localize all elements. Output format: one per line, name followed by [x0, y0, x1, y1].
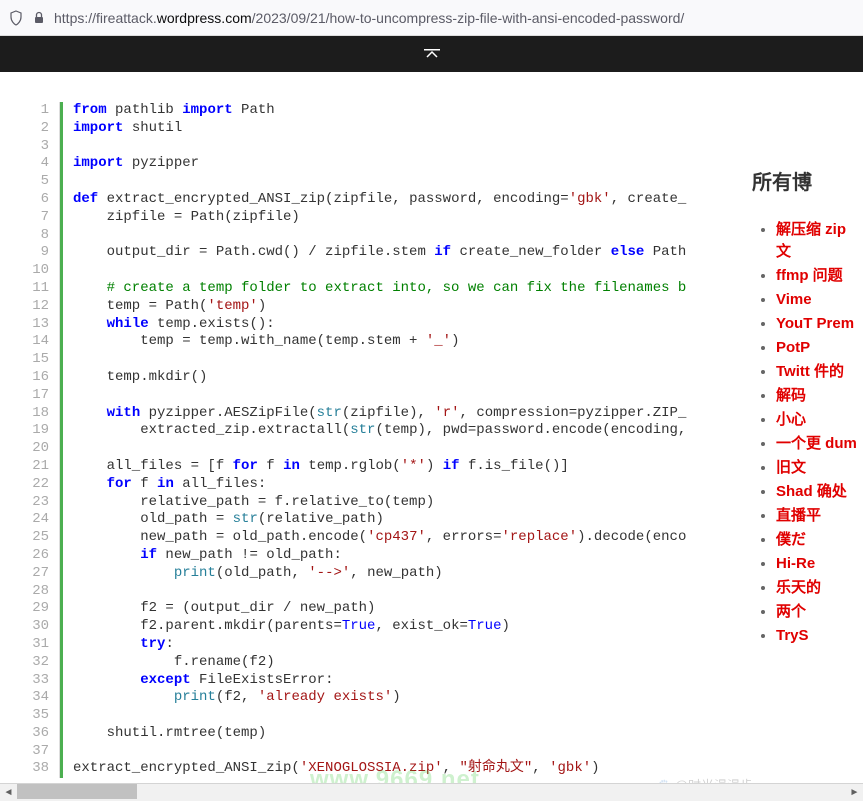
- sidebar-item: PotP: [776, 337, 863, 359]
- sidebar-item: ffmp 问题: [776, 265, 863, 287]
- sidebar-item: 直播平: [776, 505, 863, 527]
- sidebar-link[interactable]: PotP: [776, 339, 810, 356]
- sidebar-title: 所有博: [752, 166, 863, 195]
- sidebar-link[interactable]: 小心: [776, 411, 806, 428]
- sidebar-item: 僕だ: [776, 529, 863, 551]
- sidebar-item: 解码: [776, 385, 863, 407]
- url-prefix: https://fireattack.: [54, 10, 157, 26]
- lock-icon[interactable]: [32, 11, 46, 25]
- sidebar-link[interactable]: 两个: [776, 603, 806, 620]
- sidebar-link[interactable]: Shad 确处: [776, 483, 847, 500]
- sidebar-link[interactable]: 直播平: [776, 507, 821, 524]
- sidebar-item: 旧文: [776, 457, 863, 479]
- sidebar-item: Twitt 件的: [776, 361, 863, 383]
- collapse-bar[interactable]: [0, 36, 863, 72]
- main-content: 1 2 3 4 5 6 7 8 9 10 11 12 13 14 15 16 1…: [0, 72, 863, 778]
- sidebar-item: 两个: [776, 601, 863, 623]
- sidebar-item: YouT Prem: [776, 313, 863, 335]
- sidebar-item: 一个更 dum: [776, 433, 863, 455]
- scroll-right-arrow[interactable]: ►: [846, 784, 863, 801]
- sidebar-link[interactable]: 解压缩 zip 文: [776, 221, 846, 260]
- sidebar-link[interactable]: Hi-Re: [776, 555, 815, 572]
- scroll-left-arrow[interactable]: ◄: [0, 784, 17, 801]
- sidebar-item: 小心: [776, 409, 863, 431]
- sidebar-link[interactable]: TryS: [776, 627, 809, 644]
- sidebar-item: TryS: [776, 625, 863, 647]
- sidebar-link[interactable]: 一个更 dum: [776, 435, 857, 452]
- sidebar-link[interactable]: 解码: [776, 387, 806, 404]
- sidebar-link[interactable]: Twitt 件的: [776, 363, 844, 380]
- shield-icon[interactable]: [8, 10, 24, 26]
- sidebar-link[interactable]: 旧文: [776, 459, 806, 476]
- sidebar-item: Vime: [776, 289, 863, 311]
- chevron-up-bar-icon: [424, 49, 440, 59]
- horizontal-scrollbar[interactable]: ◄ ►: [0, 783, 863, 800]
- sidebar-list: 解压缩 zip 文 ffmp 问题 Vime YouT Prem PotP Twitt 件…: [752, 219, 863, 647]
- sidebar-link[interactable]: YouT Prem: [776, 315, 854, 332]
- scroll-track[interactable]: [17, 784, 846, 801]
- sidebar-item: 乐天的: [776, 577, 863, 599]
- url-domain: wordpress.com: [157, 10, 252, 26]
- scroll-thumb[interactable]: [17, 784, 137, 799]
- line-number-gutter: 1 2 3 4 5 6 7 8 9 10 11 12 13 14 15 16 1…: [4, 102, 60, 778]
- sidebar-link[interactable]: ffmp 问题: [776, 267, 843, 284]
- url-path: /2023/09/21/how-to-uncompress-zip-file-w…: [252, 10, 685, 26]
- sidebar-link[interactable]: Vime: [776, 291, 812, 308]
- code-block: 1 2 3 4 5 6 7 8 9 10 11 12 13 14 15 16 1…: [4, 102, 732, 778]
- sidebar-item: Shad 确处: [776, 481, 863, 503]
- sidebar-item: 解压缩 zip 文: [776, 219, 863, 263]
- sidebar-item: Hi-Re: [776, 553, 863, 575]
- sidebar: 所有博 解压缩 zip 文 ffmp 问题 Vime YouT Prem PotP Twi…: [732, 102, 863, 778]
- url-input[interactable]: https://fireattack.wordpress.com/2023/09…: [54, 10, 855, 26]
- sidebar-link[interactable]: 僕だ: [776, 531, 806, 548]
- sidebar-link[interactable]: 乐天的: [776, 579, 821, 596]
- code-area[interactable]: from pathlib import Path import shutil i…: [60, 102, 732, 778]
- address-bar: https://fireattack.wordpress.com/2023/09…: [0, 0, 863, 36]
